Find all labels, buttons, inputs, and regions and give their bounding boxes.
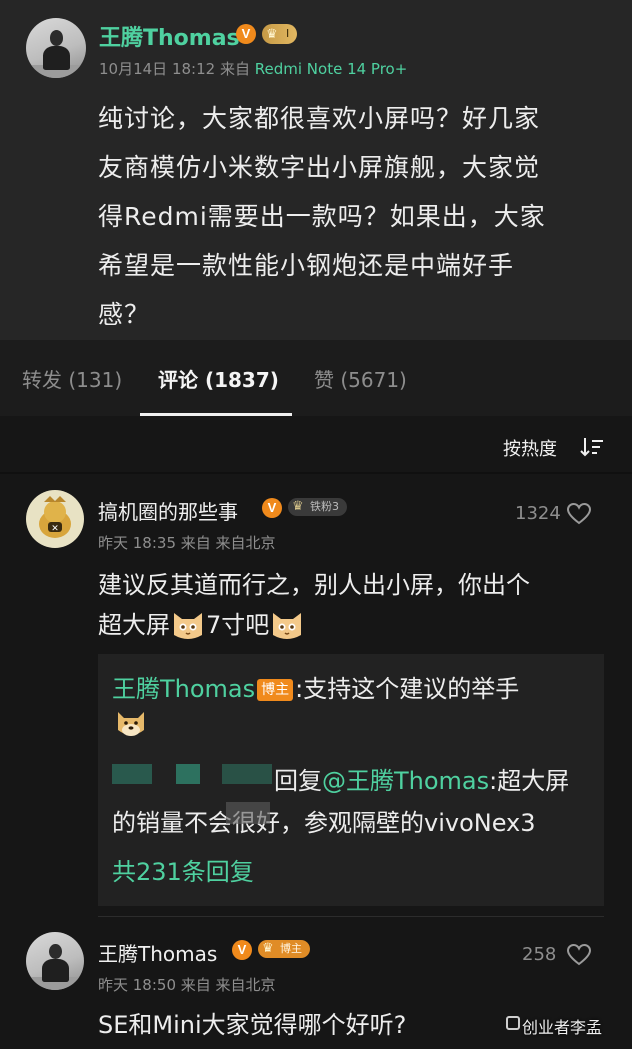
verified-icon: V	[232, 940, 252, 960]
host-badge: 博主	[257, 679, 294, 701]
svg-text:✕: ✕	[51, 524, 59, 534]
comment-divider	[98, 916, 604, 917]
cat-emoji-icon	[170, 609, 206, 643]
verified-icon: V	[262, 498, 282, 518]
blurred-overlay	[226, 802, 270, 824]
blurred-username	[176, 764, 200, 784]
blurred-username	[112, 764, 152, 784]
comment-meta: 昨天 18:35 来自 来自北京	[98, 534, 276, 552]
section-divider	[0, 472, 632, 474]
tab-likes[interactable]: 赞 (5671)	[314, 364, 407, 393]
reply-item[interactable]: 回复@王腾Thomas:超大屏	[274, 760, 569, 802]
sort-icon[interactable]	[580, 436, 604, 458]
watermark-icon	[506, 1016, 520, 1030]
cat-emoji-icon	[269, 609, 305, 643]
commenter-name[interactable]: 王腾Thomas	[98, 938, 217, 967]
comment-body-line: SE和Mini大家觉得哪个好听?	[98, 1011, 407, 1039]
mention-link[interactable]: @王腾Thomas	[322, 767, 489, 795]
reply-text: :支持这个建议的举手	[295, 675, 520, 703]
device-link[interactable]: Redmi Note 14 Pro+	[255, 60, 408, 78]
heart-icon[interactable]	[567, 503, 591, 525]
sort-button[interactable]: 按热度	[503, 435, 557, 461]
tab-reposts[interactable]: 转发 (131)	[22, 364, 122, 393]
tab-comments[interactable]: 评论 (1837)	[158, 364, 279, 393]
author-avatar[interactable]	[26, 18, 86, 78]
crown-icon: ♛	[292, 499, 304, 514]
verified-icon: V	[236, 24, 256, 44]
reply-author[interactable]: 王腾Thomas	[112, 675, 255, 703]
more-replies-link[interactable]: 共231条回复	[112, 852, 254, 887]
comment-body-line: 超大屏 7寸吧	[98, 604, 305, 646]
crown-icon: ♛	[262, 941, 274, 956]
commenter-avatar[interactable]	[26, 932, 84, 990]
post-card: 王腾Thomas V ♛ I 10月14日 18:12 来自 Redmi Note…	[0, 0, 632, 340]
comment-meta: 昨天 18:50 来自 来自北京	[98, 976, 276, 994]
active-tab-indicator	[140, 413, 292, 416]
crown-icon: ♛	[266, 27, 278, 42]
reply-item[interactable]: 王腾Thomas 博主:支持这个建议的举手	[112, 668, 519, 710]
heart-icon[interactable]	[567, 944, 591, 966]
reply-text-line: 的销量不会很好，参观隔壁的vivoNex3	[112, 809, 536, 837]
tab-bar: 转发 (131) 评论 (1837) 赞 (5671)	[0, 340, 632, 416]
level-badge: ♛ I	[262, 24, 298, 44]
post-author-name[interactable]: 王腾Thomas	[99, 20, 240, 52]
commenter-avatar[interactable]: ✕	[26, 490, 84, 548]
comment-body-line: 建议反其道而行之，别人出小屏，你出个	[98, 571, 530, 599]
commenter-name[interactable]: 搞机圈的那些事	[98, 496, 238, 525]
doge-emoji-icon	[114, 706, 148, 740]
like-count: 258	[522, 944, 557, 965]
from-label: 来自	[219, 60, 250, 78]
post-meta: 10月14日 18:12 来自 Redmi Note 14 Pro+	[99, 58, 407, 79]
fan-level-badge: ♛ 铁粉3	[288, 498, 347, 516]
host-level-badge: ♛ 博主	[258, 940, 310, 958]
post-body: 纯讨论，大家都很喜欢小屏吗？好几家 友商模仿小米数字出小屏旗舰，大家觉 得Red…	[98, 104, 546, 329]
blurred-username	[222, 764, 272, 784]
post-time: 10月14日 18:12	[99, 60, 216, 78]
like-count: 1324	[515, 503, 561, 524]
watermark: 创业者李孟	[522, 1018, 603, 1037]
